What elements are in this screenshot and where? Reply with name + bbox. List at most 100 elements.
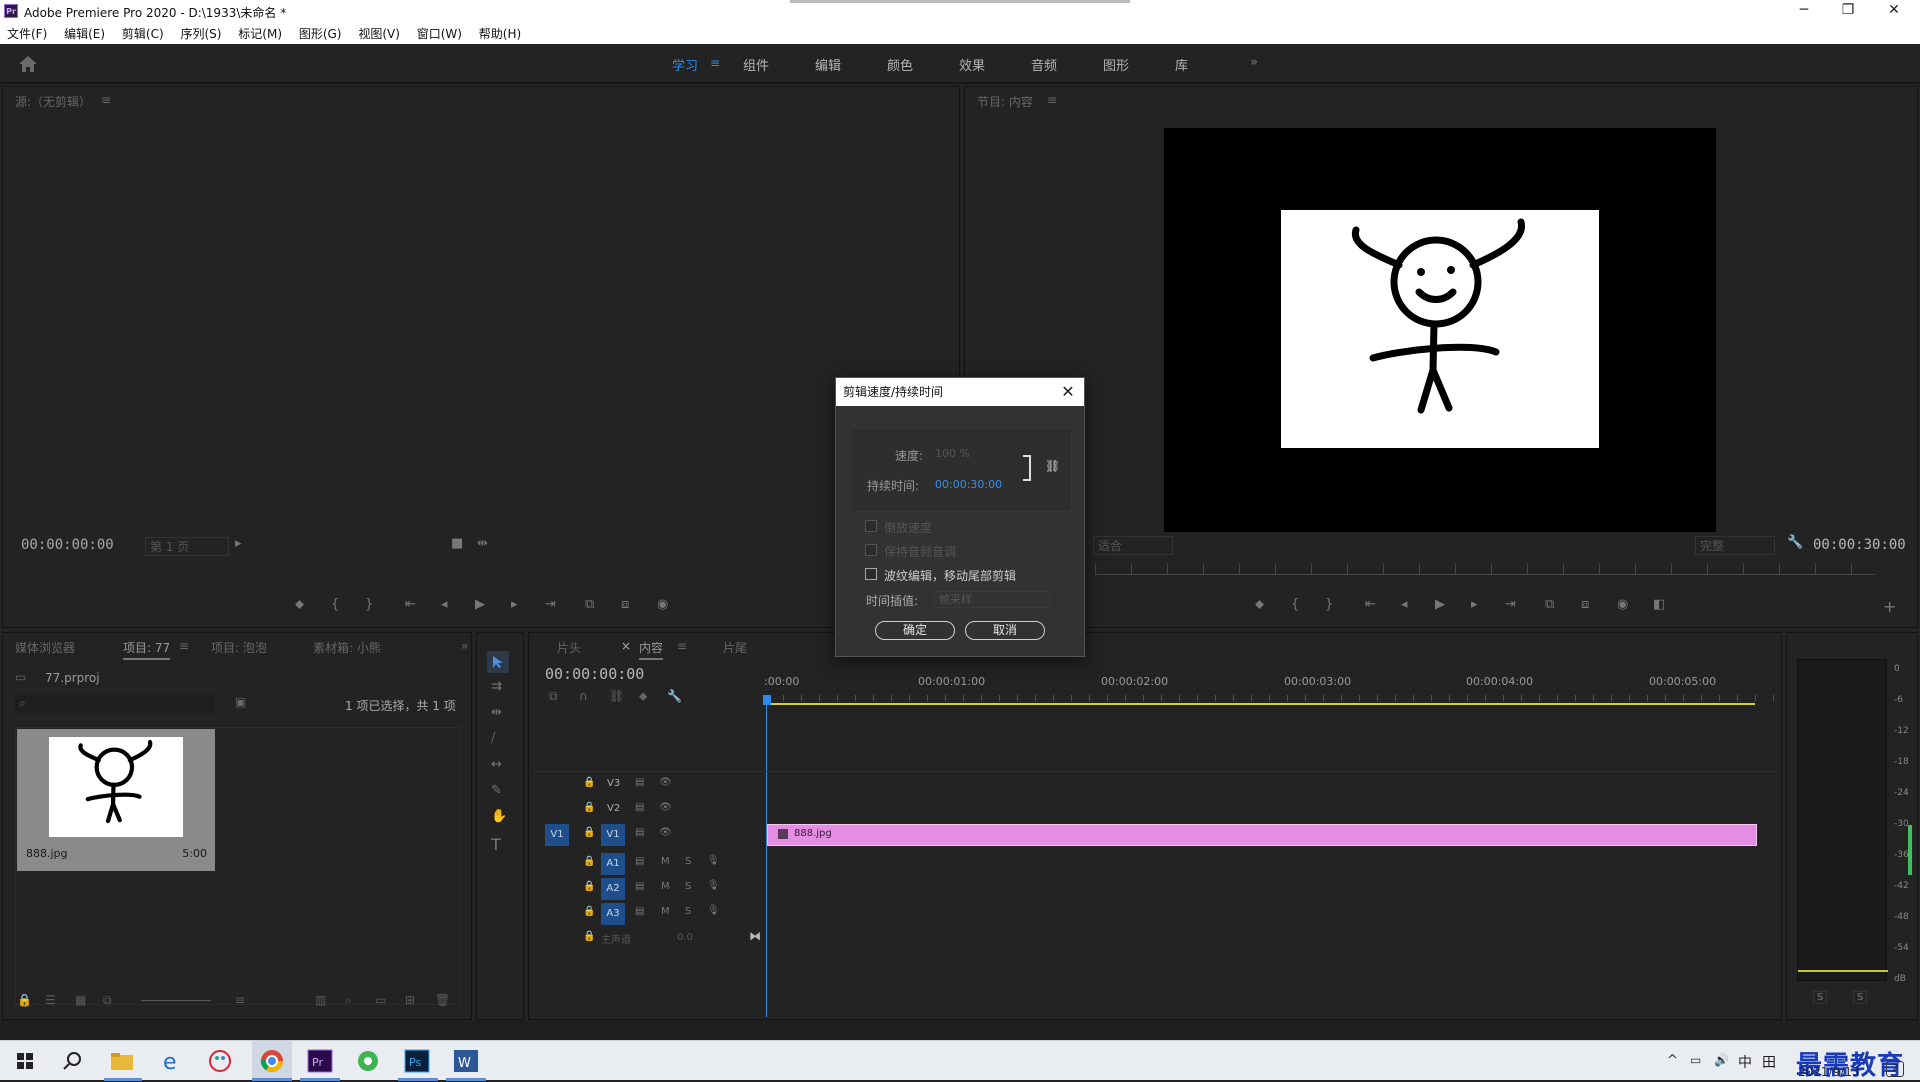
network-icon[interactable]: ▭ <box>1690 1053 1701 1067</box>
automate-to-sequence-icon[interactable]: ▥ <box>315 993 326 1007</box>
browser-green-icon[interactable] <box>353 1046 383 1076</box>
go-to-out-icon[interactable]: ⇥ <box>545 597 556 612</box>
compare-view-icon[interactable]: ◧ <box>1653 597 1665 612</box>
solo-button[interactable]: S <box>685 881 691 892</box>
new-bin-icon[interactable]: ▭ <box>375 993 386 1007</box>
source-export-icon[interactable]: ⇹ <box>477 536 488 551</box>
go-to-end-icon[interactable]: ⧓ <box>749 929 761 943</box>
nest-icon[interactable]: ⧉ <box>549 689 558 704</box>
work-area-bar[interactable] <box>765 703 1755 705</box>
mute-button[interactable]: M <box>661 881 670 892</box>
go-to-in-icon[interactable]: ⇤ <box>405 597 416 612</box>
mute-button[interactable]: M <box>661 856 670 867</box>
overwrite-icon[interactable]: ⧈ <box>621 597 629 612</box>
track-label-a1[interactable]: A1 <box>601 853 625 875</box>
menu-file[interactable]: 文件(F) <box>7 24 47 44</box>
play-icon[interactable]: ▶ <box>475 597 485 612</box>
workspace-tab-color[interactable]: 颜色 <box>887 55 913 74</box>
trash-icon[interactable]: 🗑 <box>435 993 450 1007</box>
timeline-settings-icon[interactable]: 🔧 <box>667 689 682 703</box>
workspace-tab-audio[interactable]: 音频 <box>1031 55 1057 74</box>
solo-button[interactable]: S <box>685 906 691 917</box>
notification-badge[interactable]: 2 <box>1886 1061 1904 1077</box>
timeline-tab-outro[interactable]: 片尾 <box>723 639 747 656</box>
pen-icon[interactable]: ✎ <box>491 783 502 798</box>
panel-menu-icon[interactable]: ≡ <box>677 639 687 653</box>
close-window-button[interactable]: ✕ <box>1874 2 1914 22</box>
list-view-icon[interactable]: ☰ <box>45 993 56 1007</box>
tab-media-browser[interactable]: 媒体浏览器 <box>15 639 75 656</box>
program-video-frame[interactable] <box>1164 128 1716 532</box>
lock-icon[interactable]: 🔒 <box>583 827 595 838</box>
reverse-speed-checkbox[interactable] <box>865 520 877 532</box>
workspace-tab-libraries[interactable]: 库 <box>1175 55 1188 74</box>
workspace-tab-assembly[interactable]: 组件 <box>743 55 769 74</box>
microphone-icon[interactable]: 🎙 <box>707 905 720 916</box>
program-timecode[interactable]: 00:00:30:00 <box>1813 537 1906 553</box>
mark-out-icon[interactable]: } <box>1325 597 1333 612</box>
panel-overflow-icon[interactable]: » <box>461 639 468 653</box>
tab-project-bubble[interactable]: 项目: 泡泡 <box>211 639 267 656</box>
source-page-select[interactable]: 第 1 页 <box>145 537 229 556</box>
timeline-ruler[interactable] <box>765 673 1775 701</box>
master-volume-value[interactable]: 0.0 <box>677 932 693 943</box>
panel-menu-icon[interactable]: ≡ <box>101 93 111 107</box>
minimize-button[interactable]: ─ <box>1784 2 1824 22</box>
microphone-icon[interactable]: 🎙 <box>707 880 720 891</box>
workspace-overflow-icon[interactable]: » <box>1250 55 1258 70</box>
new-bin-from-search-icon[interactable]: ▣ <box>235 695 246 709</box>
step-back-icon[interactable]: ◂ <box>1401 597 1408 612</box>
eye-icon[interactable]: 👁 <box>659 777 672 788</box>
track-label-a2[interactable]: A2 <box>601 878 625 900</box>
eye-icon[interactable]: 👁 <box>659 802 672 813</box>
add-marker-icon[interactable]: ⬥ <box>639 689 647 704</box>
go-to-out-icon[interactable]: ⇥ <box>1505 597 1516 612</box>
step-forward-icon[interactable]: ▸ <box>1471 597 1478 612</box>
chain-link-icon[interactable]: ⛓ <box>1045 459 1060 473</box>
tab-project-77[interactable]: 项目: 77 <box>123 639 171 660</box>
sync-lock-icon[interactable]: ▤ <box>635 827 644 838</box>
chrome-icon[interactable] <box>257 1046 287 1076</box>
ripple-edit-icon[interactable]: ⇹ <box>491 705 502 720</box>
workspace-tab-graphics[interactable]: 图形 <box>1103 55 1129 74</box>
ripple-edit-checkbox[interactable] <box>865 568 877 580</box>
mark-out-icon[interactable]: } <box>365 597 373 612</box>
speed-value[interactable]: 100 % <box>935 447 970 460</box>
track-label-v2[interactable]: V2 <box>607 803 620 814</box>
go-to-in-icon[interactable]: ⇤ <box>1365 597 1376 612</box>
icon-view-icon[interactable]: ▦ <box>75 993 86 1007</box>
project-item-thumbnail[interactable]: 888.jpg 5:00 <box>17 729 215 871</box>
premiere-pro-icon[interactable]: Pr <box>305 1046 335 1076</box>
type-tool-icon[interactable]: T <box>491 835 501 854</box>
step-back-icon[interactable]: ◂ <box>441 597 448 612</box>
extract-icon[interactable]: ⧈ <box>1581 597 1589 612</box>
close-dialog-button[interactable]: ✕ <box>1058 382 1078 402</box>
menu-help[interactable]: 帮助(H) <box>479 24 521 44</box>
edge-browser-icon[interactable]: e <box>156 1046 186 1076</box>
sync-lock-icon[interactable]: ▤ <box>635 777 644 788</box>
lock-icon[interactable]: 🔒 <box>583 777 595 788</box>
program-time-ruler[interactable] <box>1095 563 1875 575</box>
panel-menu-icon[interactable]: ≡ <box>1047 93 1057 107</box>
insert-icon[interactable]: ⧉ <box>585 597 594 612</box>
play-icon[interactable]: ▶ <box>1435 597 1445 612</box>
close-tab-icon[interactable]: × <box>621 639 631 653</box>
track-label-a3[interactable]: A3 <box>601 903 625 925</box>
quality-select[interactable]: 完整 <box>1695 536 1775 555</box>
track-label-v1[interactable]: V1 <box>601 824 625 846</box>
wrench-icon[interactable]: 🔧 <box>1787 535 1803 550</box>
source-monitor-title[interactable]: 源:（无剪辑） <box>15 93 91 110</box>
panel-menu-icon[interactable]: ≡ <box>179 639 189 653</box>
lock-icon[interactable]: 🔒 <box>583 906 595 917</box>
razor-icon[interactable]: ⧸ <box>491 731 495 746</box>
timeline-tab-content[interactable]: 内容 <box>639 639 664 660</box>
menu-edit[interactable]: 编辑(E) <box>64 24 105 44</box>
volume-icon[interactable]: 🔊 <box>1714 1053 1729 1067</box>
slip-icon[interactable]: ↔ <box>491 757 502 772</box>
source-settings-icon[interactable]: ■ <box>451 536 463 551</box>
hand-icon[interactable]: ✋ <box>491 809 507 824</box>
time-interpolation-select[interactable]: 帧采样 <box>934 591 1050 608</box>
mark-in-icon[interactable]: { <box>331 597 339 612</box>
fit-select[interactable]: 适合 <box>1093 536 1173 555</box>
timeline-tab-intro[interactable]: 片头 <box>557 639 581 656</box>
